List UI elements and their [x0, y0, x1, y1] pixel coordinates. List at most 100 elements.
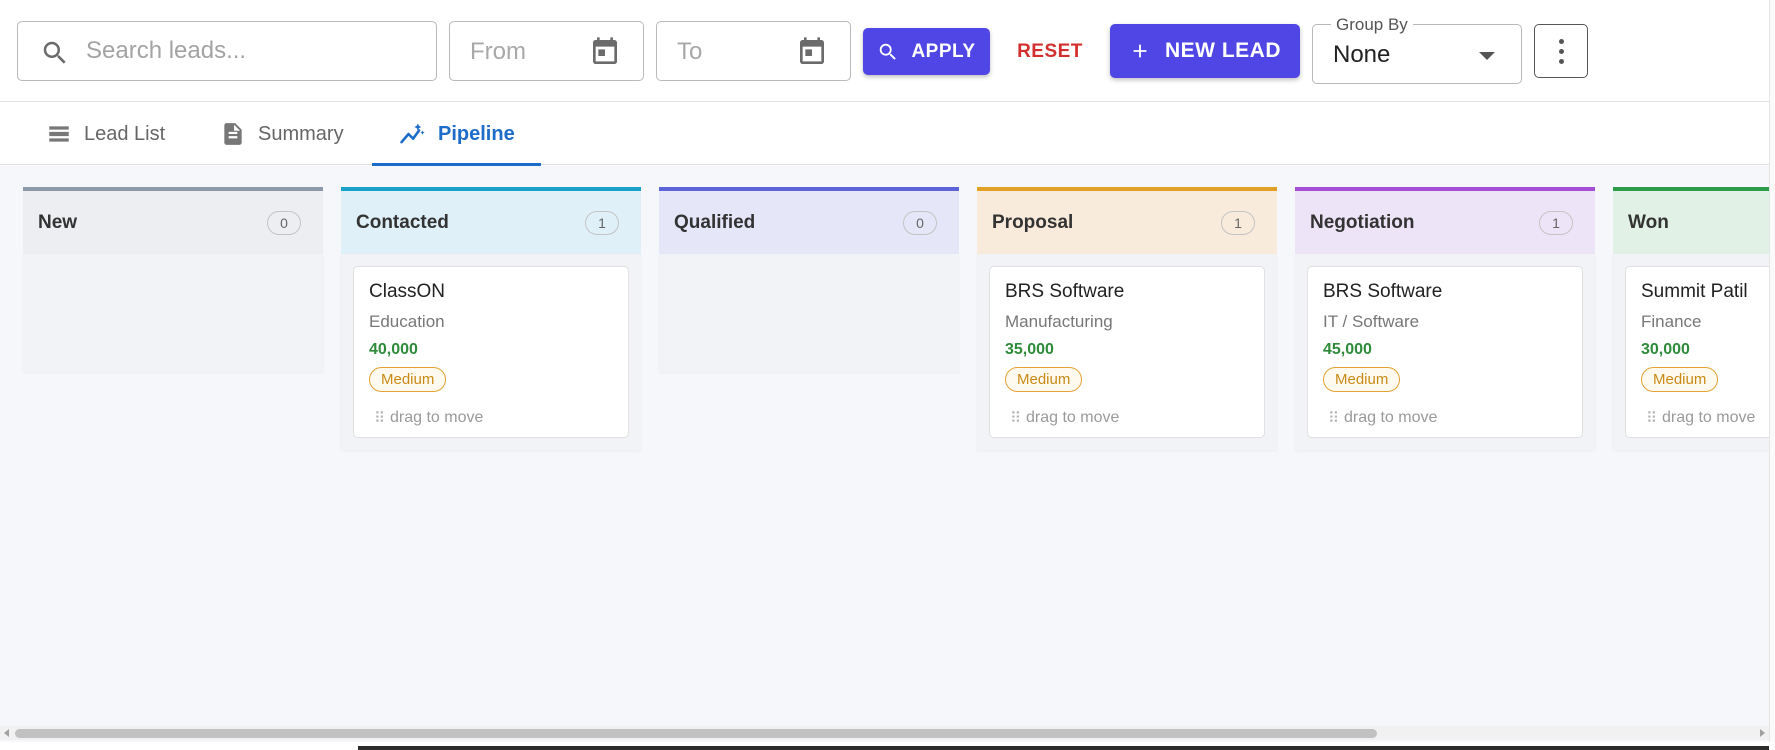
lead-company: BRS Software: [1005, 281, 1125, 302]
to-date-field[interactable]: To: [656, 21, 851, 81]
priority-badge: Medium: [1005, 367, 1083, 392]
search-input[interactable]: [86, 22, 416, 80]
tab-label: Lead List: [84, 122, 166, 145]
lead-card[interactable]: BRS Software Manufacturing 35,000 Medium ⠿ dr…: [989, 266, 1265, 438]
from-date-placeholder: From: [470, 38, 526, 65]
column-header: Contacted 1: [341, 187, 641, 254]
lead-amount: 45,000: [1323, 341, 1372, 358]
priority-badge: Medium: [1641, 367, 1719, 392]
kebab-dot-icon: [1558, 58, 1564, 64]
search-icon: [880, 43, 897, 60]
lead-industry: Education: [369, 312, 445, 331]
column-drop-zone[interactable]: BRS Software Manufacturing 35,000 Medium ⠿ dr…: [977, 254, 1277, 450]
column-drop-zone[interactable]: [23, 254, 323, 372]
lead-amount: 40,000: [369, 341, 418, 358]
to-date-placeholder: To: [677, 38, 703, 65]
tab-label: Pipeline: [438, 122, 515, 145]
lead-company: Summit Patil: [1641, 281, 1748, 302]
new-lead-button[interactable]: NEW LEAD: [1110, 24, 1300, 78]
lead-amount: 35,000: [1005, 341, 1054, 358]
drag-handle[interactable]: ⠿ drag to move: [1328, 409, 1437, 427]
lead-industry: Finance: [1641, 312, 1702, 331]
tab-label: Summary: [258, 122, 344, 145]
drag-grip-icon: ⠿: [1646, 410, 1657, 427]
more-options-button[interactable]: [1534, 24, 1588, 78]
kebab-dot-icon: [1558, 38, 1564, 44]
pipeline-column-new: New 0: [23, 187, 323, 372]
drag-handle[interactable]: ⠿ drag to move: [1646, 409, 1755, 427]
lead-industry: Manufacturing: [1005, 312, 1113, 331]
lead-industry: IT / Software: [1323, 312, 1420, 331]
column-count-badge: 1: [1221, 210, 1255, 235]
drag-grip-icon: ⠿: [374, 410, 385, 427]
lead-card[interactable]: Summit Patil Finance 30,000 Medium ⠿ drag to …: [1625, 266, 1775, 438]
priority-badge: Medium: [1323, 367, 1401, 392]
scroll-left-icon[interactable]: [4, 729, 9, 737]
column-title: Qualified: [674, 211, 756, 233]
view-tabs: Lead List Summary Pipeline: [0, 103, 1775, 166]
column-drop-zone[interactable]: BRS Software IT / Software 45,000 Medium ⠿ dr…: [1295, 254, 1595, 450]
group-by-select[interactable]: Group By None: [1312, 15, 1522, 84]
column-count-badge: 1: [585, 210, 619, 235]
drag-handle[interactable]: ⠿ drag to move: [1010, 409, 1119, 427]
tab-summary[interactable]: Summary: [220, 103, 344, 165]
scrollbar-thumb[interactable]: [15, 729, 1377, 738]
column-title: Won: [1628, 211, 1669, 233]
drag-hint: drag to move: [1344, 409, 1438, 426]
drag-hint: drag to move: [1026, 409, 1120, 426]
pipeline-column-proposal: Proposal 1 BRS Software Manufacturing 35,000…: [977, 187, 1277, 450]
drag-grip-icon: ⠿: [1010, 410, 1021, 427]
column-drop-zone[interactable]: Summit Patil Finance 30,000 Medium ⠿ drag to …: [1613, 254, 1775, 450]
plus-icon: [1133, 44, 1147, 58]
lead-company: ClassON: [369, 281, 446, 302]
lead-amount: 30,000: [1641, 341, 1690, 358]
lead-company: BRS Software: [1323, 281, 1443, 302]
from-date-field[interactable]: From: [449, 21, 644, 81]
column-title: New: [38, 211, 78, 233]
vertical-scrollbar[interactable]: [1769, 0, 1775, 750]
reset-button[interactable]: RESET: [1005, 28, 1095, 75]
column-header: Won: [1613, 187, 1775, 254]
kebab-dot-icon: [1558, 48, 1564, 54]
column-header: Qualified 0: [659, 187, 959, 254]
calendar-icon[interactable]: [796, 36, 828, 68]
apply-button[interactable]: APPLY: [863, 28, 990, 75]
column-count-badge: 1: [1539, 210, 1573, 235]
drag-hint: drag to move: [390, 409, 484, 426]
column-drop-zone[interactable]: [659, 254, 959, 372]
horizontal-scrollbar[interactable]: [0, 726, 1775, 740]
apply-label: APPLY: [911, 40, 976, 62]
document-icon: [224, 123, 242, 145]
tab-lead-list[interactable]: Lead List: [46, 103, 165, 165]
priority-badge: Medium: [369, 367, 447, 392]
column-count-badge: 0: [903, 210, 937, 235]
pipeline-column-qualified: Qualified 0: [659, 187, 959, 372]
bottom-bar: [0, 742, 1775, 750]
chevron-down-icon: [1479, 52, 1495, 60]
calendar-icon[interactable]: [589, 36, 621, 68]
lead-card[interactable]: BRS Software IT / Software 45,000 Medium ⠿ dr…: [1307, 266, 1583, 438]
column-header: Negotiation 1: [1295, 187, 1595, 254]
pipeline-column-negotiation: Negotiation 1 BRS Software IT / Software 45,…: [1295, 187, 1595, 450]
toolbar: From To APPLY RESET NEW LEAD Group By No…: [0, 0, 1775, 102]
taskbar-strip: [358, 746, 1769, 750]
scroll-right-icon[interactable]: [1760, 729, 1765, 737]
group-by-label: Group By: [1331, 15, 1413, 35]
drag-hint: drag to move: [1662, 409, 1756, 426]
column-header: Proposal 1: [977, 187, 1277, 254]
column-drop-zone[interactable]: ClassON Education 40,000 Medium ⠿ drag to mov…: [341, 254, 641, 450]
column-header: New 0: [23, 187, 323, 254]
column-count-badge: 0: [267, 210, 301, 235]
column-title: Contacted: [356, 211, 449, 233]
column-title: Proposal: [992, 211, 1074, 233]
tab-pipeline[interactable]: Pipeline: [372, 103, 541, 166]
drag-handle[interactable]: ⠿ drag to move: [374, 409, 483, 427]
pipeline-column-contacted: Contacted 1 ClassON Education 40,000 Medium ⠿ d…: [341, 187, 641, 450]
trend-icon: [400, 123, 425, 144]
pipeline-board: New 0 Contacted 1 ClassON Education 40,000 Medi…: [0, 166, 1775, 750]
drag-grip-icon: ⠿: [1328, 410, 1339, 427]
lead-card[interactable]: ClassON Education 40,000 Medium ⠿ drag to mov…: [353, 266, 629, 438]
reset-label: RESET: [1017, 40, 1083, 62]
search-field[interactable]: [17, 21, 437, 81]
new-lead-label: NEW LEAD: [1165, 39, 1281, 62]
